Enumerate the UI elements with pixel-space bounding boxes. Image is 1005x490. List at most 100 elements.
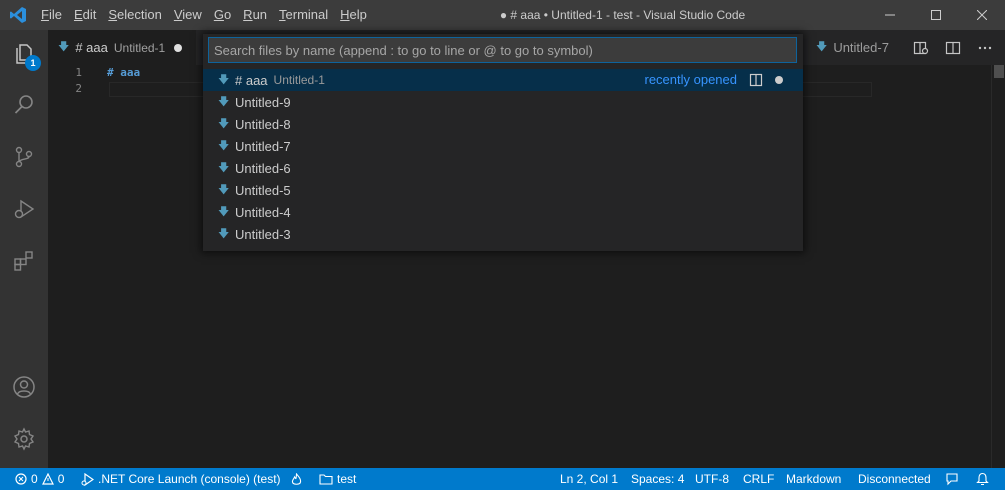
extensions-icon bbox=[14, 251, 33, 271]
menu-run[interactable]: Run bbox=[237, 0, 273, 30]
markdown-icon: 🡇 bbox=[218, 139, 230, 152]
quick-open-widget: 🡇 # aaa Untitled-1 recently opened 🡇 Unti… bbox=[203, 34, 803, 251]
quick-open-list: 🡇 # aaa Untitled-1 recently opened 🡇 Unti… bbox=[203, 69, 803, 245]
status-bar: 0 0 .NET Core Launch (console) (test) te… bbox=[0, 468, 1005, 490]
split-editor-icon bbox=[945, 41, 961, 54]
item-label: Untitled-8 bbox=[235, 116, 291, 132]
menu-go[interactable]: Go bbox=[208, 0, 237, 30]
item-description: Untitled-1 bbox=[273, 73, 325, 87]
markdown-icon: 🡇 bbox=[218, 95, 230, 108]
editor-scrollbar[interactable] bbox=[991, 65, 1005, 468]
launch-config[interactable]: .NET Core Launch (console) (test) bbox=[81, 468, 281, 490]
item-label: Untitled-3 bbox=[235, 226, 291, 242]
markdown-icon: 🡇 bbox=[218, 73, 230, 86]
quick-open-item[interactable]: 🡇 Untitled-6 bbox=[203, 157, 803, 179]
code-line[interactable]: # aaa bbox=[107, 66, 140, 79]
run-debug-icon bbox=[14, 199, 35, 219]
accounts-button[interactable] bbox=[0, 363, 48, 411]
connection-status[interactable]: Disconnected bbox=[858, 468, 931, 490]
maximize-button[interactable] bbox=[913, 0, 959, 30]
notifications-button[interactable] bbox=[976, 468, 989, 490]
minimize-button[interactable] bbox=[867, 0, 913, 30]
error-count: 0 bbox=[31, 472, 38, 486]
bell-icon bbox=[976, 472, 989, 485]
flame-button[interactable] bbox=[291, 468, 302, 490]
explorer-button[interactable]: 1 bbox=[0, 30, 48, 78]
item-label: Untitled-4 bbox=[235, 204, 291, 220]
more-actions-button[interactable] bbox=[973, 36, 997, 60]
title-bar: File Edit Selection View Go Run Terminal… bbox=[0, 0, 1005, 30]
menu-view[interactable]: View bbox=[168, 0, 208, 30]
feedback-icon bbox=[946, 473, 958, 486]
warning-count: 0 bbox=[57, 472, 65, 486]
tab-aaa[interactable]: 🡇 # aaa Untitled-1 bbox=[48, 30, 196, 65]
explorer-badge: 1 bbox=[25, 55, 41, 71]
language-mode[interactable]: Markdown bbox=[786, 468, 841, 490]
quick-open-item[interactable]: 🡇 Untitled-5 bbox=[203, 179, 803, 201]
search-button[interactable] bbox=[0, 81, 48, 129]
run-debug-button[interactable] bbox=[0, 185, 48, 233]
tab-description: Untitled-1 bbox=[113, 40, 166, 55]
menu-edit[interactable]: Edit bbox=[68, 0, 102, 30]
quick-open-item[interactable]: 🡇 # aaa Untitled-1 recently opened bbox=[203, 69, 803, 91]
tab-label: Untitled-7 bbox=[833, 40, 889, 55]
launch-config-label: .NET Core Launch (console) (test) bbox=[98, 472, 281, 486]
markdown-icon: 🡇 bbox=[218, 117, 230, 130]
tab-label: # aaa bbox=[75, 40, 108, 55]
quick-open-item[interactable]: 🡇 Untitled-9 bbox=[203, 91, 803, 113]
folder-name: test bbox=[337, 472, 357, 486]
line-number: 1 bbox=[75, 66, 82, 79]
ellipsis-icon bbox=[978, 46, 992, 49]
markdown-icon: 🡇 bbox=[218, 183, 230, 196]
quick-open-item[interactable]: 🡇 Untitled-7 bbox=[203, 135, 803, 157]
warning-icon bbox=[41, 473, 54, 485]
search-icon bbox=[14, 95, 33, 114]
item-label: Untitled-7 bbox=[235, 138, 291, 154]
account-icon bbox=[13, 376, 35, 398]
cursor-position[interactable]: Ln 2, Col 1 bbox=[560, 468, 618, 490]
menu-file[interactable]: File bbox=[35, 0, 68, 30]
indentation[interactable]: Spaces: 4 bbox=[631, 468, 684, 490]
line-number: 2 bbox=[75, 82, 82, 95]
menu-bar: File Edit Selection View Go Run Terminal… bbox=[35, 0, 373, 30]
menu-selection[interactable]: Selection bbox=[102, 0, 167, 30]
markdown-icon: 🡇 bbox=[816, 41, 828, 53]
problems-indicator[interactable]: 0 0 bbox=[15, 468, 64, 490]
open-to-side-icon[interactable] bbox=[749, 73, 763, 87]
markdown-icon: 🡇 bbox=[218, 205, 230, 218]
item-label: Untitled-6 bbox=[235, 160, 291, 176]
split-editor-button[interactable] bbox=[941, 36, 965, 60]
source-control-button[interactable] bbox=[0, 133, 48, 181]
close-icon bbox=[977, 10, 987, 20]
quick-open-item[interactable]: 🡇 Untitled-3 bbox=[203, 223, 803, 245]
menu-help[interactable]: Help bbox=[334, 0, 373, 30]
flame-icon bbox=[291, 472, 302, 485]
scrollbar-thumb[interactable] bbox=[994, 65, 1004, 78]
encoding[interactable]: UTF-8 bbox=[695, 468, 729, 490]
markdown-icon: 🡇 bbox=[58, 41, 70, 53]
unsaved-dot-icon[interactable] bbox=[174, 43, 183, 52]
tab-untitled-7[interactable]: 🡇 Untitled-7 bbox=[806, 30, 899, 65]
extensions-button[interactable] bbox=[0, 237, 48, 285]
error-icon bbox=[15, 473, 27, 485]
markdown-icon: 🡇 bbox=[218, 161, 230, 174]
quick-open-item[interactable]: 🡇 Untitled-8 bbox=[203, 113, 803, 135]
manage-button[interactable] bbox=[0, 415, 48, 463]
window-controls bbox=[867, 0, 1005, 30]
maximize-icon bbox=[931, 10, 941, 20]
gear-icon bbox=[13, 427, 35, 451]
markdown-icon: 🡇 bbox=[218, 227, 230, 240]
folder-indicator[interactable]: test bbox=[319, 468, 356, 490]
end-of-line[interactable]: CRLF bbox=[743, 468, 774, 490]
quick-open-input[interactable] bbox=[208, 37, 797, 63]
quick-open-item[interactable]: 🡇 Untitled-4 bbox=[203, 201, 803, 223]
unsaved-dot-icon[interactable] bbox=[775, 76, 783, 84]
menu-terminal[interactable]: Terminal bbox=[273, 0, 334, 30]
feedback-button[interactable] bbox=[945, 468, 959, 490]
minimize-icon bbox=[885, 14, 895, 16]
item-label: # aaa bbox=[235, 72, 268, 88]
debug-launch-icon bbox=[81, 472, 94, 486]
close-window-button[interactable] bbox=[959, 0, 1005, 30]
folder-icon bbox=[319, 474, 333, 485]
open-preview-button[interactable] bbox=[909, 36, 933, 60]
